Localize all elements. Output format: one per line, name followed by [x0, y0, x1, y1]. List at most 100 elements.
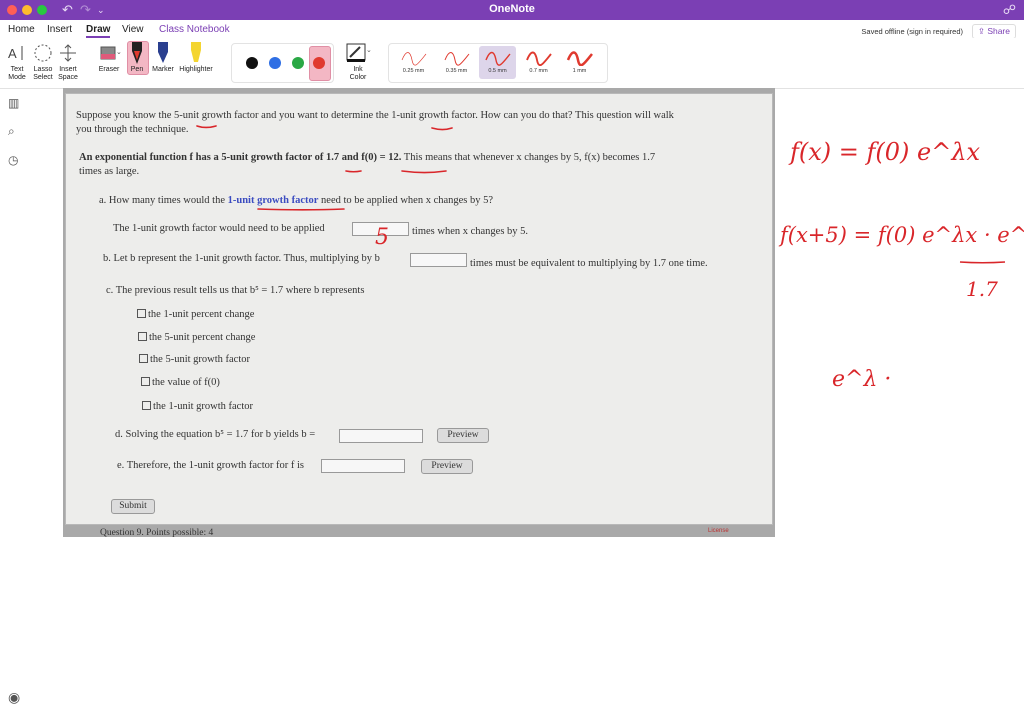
pasted-photo: Suppose you know the 5-unit growth facto… [63, 88, 775, 537]
app-title: OneNote [489, 3, 535, 15]
part-e-answer-input[interactable] [321, 459, 405, 473]
ribbon-tabs: Home Insert Draw View Class Notebook Sav… [0, 20, 1024, 39]
svg-text:⌄: ⌄ [366, 47, 371, 54]
thickness-stroke-icon [566, 51, 593, 67]
checkbox[interactable] [142, 401, 151, 410]
marker-label: Marker [152, 66, 174, 73]
marker-button[interactable]: Marker [150, 40, 176, 74]
lasso-select-button[interactable]: Lasso Select [30, 40, 56, 82]
part-d-answer-input[interactable] [339, 429, 423, 443]
submit-button[interactable]: Submit [111, 499, 155, 514]
marker-icon [150, 40, 176, 66]
thickness-label: 0.25 mm [402, 68, 425, 74]
intro-text: Suppose you know the 5-unit growth facto… [76, 110, 674, 121]
part-a-text-end: need to be applied when x changes by 5? [321, 195, 494, 206]
checkbox[interactable] [137, 309, 146, 318]
tab-home[interactable]: Home [8, 24, 35, 35]
text-cursor-icon: A [4, 40, 30, 66]
question-footer: Question 9. Points possible: 4 [100, 528, 214, 537]
ink-equation-2: f(x+5) = f(0) e^λx · e^λ·5 [778, 223, 1024, 247]
eraser-button[interactable]: ⌄ Eraser [94, 40, 124, 74]
thickness-stroke-icon [444, 52, 469, 66]
part-a-emphasis: 1-unit growth factor [227, 195, 319, 206]
thickness-label: 1 mm [572, 68, 587, 74]
color-swatch-black[interactable] [246, 57, 258, 69]
ink-equation-1: f(x) = f(0) e^λx [788, 138, 981, 166]
share-icon: ⇪ [977, 26, 988, 36]
highlighter-button[interactable]: Highlighter [176, 40, 216, 74]
problem-statement: An exponential function f has a 5-unit g… [79, 152, 655, 163]
eraser-icon: ⌄ [94, 40, 124, 66]
thickness-1mm[interactable]: 1 mm [561, 46, 598, 79]
checkbox[interactable] [141, 377, 150, 386]
thickness-stroke-icon [525, 51, 552, 67]
insert-space-button[interactable]: Insert Space [55, 40, 81, 82]
intro-text-line2: you through the technique. [76, 124, 189, 135]
highlighter-icon [176, 40, 216, 66]
part-a-text: a. How many times would the [99, 195, 225, 206]
part-e-text: e. Therefore, the 1-unit growth factor f… [117, 460, 304, 471]
part-a-answer-input[interactable] [352, 222, 409, 236]
lasso-select-label: Lasso Select [33, 66, 53, 81]
tab-view[interactable]: View [122, 24, 144, 35]
option-1-unit-percent-change[interactable]: the 1-unit percent change [137, 309, 254, 320]
sync-status: Saved offline (sign in required) [861, 27, 963, 36]
thickness-0-7mm[interactable]: 0.7 mm [520, 46, 557, 79]
part-c-text: c. The previous result tells us that b⁵ … [106, 285, 365, 296]
tab-class-notebook[interactable]: Class Notebook [159, 24, 230, 35]
part-a-answer-line: The 1-unit growth factor would need to b… [113, 223, 325, 234]
checkbox[interactable] [138, 332, 147, 341]
notebooks-icon[interactable]: ▥ [8, 96, 19, 110]
notifications-icon[interactable]: ☍ [1003, 2, 1016, 18]
ink-color-button[interactable]: ⌄ Ink Color [342, 40, 374, 82]
option-5-unit-growth-factor[interactable]: the 5-unit growth factor [139, 354, 250, 365]
thickness-label: 0.7 mm [529, 68, 548, 74]
thickness-0-35mm[interactable]: 0.35 mm [438, 46, 475, 79]
part-d-text: d. Solving the equation b⁵ = 1.7 for b y… [115, 429, 316, 440]
color-swatch-green[interactable] [292, 57, 304, 69]
part-b-text-end: times must be equivalent to multiplying … [470, 258, 708, 269]
option-label: the 5-unit growth factor [150, 354, 251, 365]
option-label: the value of f(0) [152, 377, 220, 388]
option-value-of-f0[interactable]: the value of f(0) [141, 377, 220, 388]
thickness-stroke-icon [484, 51, 511, 66]
search-icon[interactable]: ⌕ [8, 124, 15, 139]
share-label: Share [987, 26, 1010, 36]
part-d-preview-button[interactable]: Preview [437, 428, 489, 443]
navigation-sidebar: ▥ ⌕ ◷ ◉ [0, 88, 32, 714]
thickness-0-5mm[interactable]: 0.5 mm [479, 46, 516, 79]
insert-space-icon [55, 40, 81, 66]
thickness-label: 0.35 mm [445, 68, 468, 74]
option-1-unit-growth-factor[interactable]: the 1-unit growth factor [142, 401, 253, 412]
share-button[interactable]: ⇪ Share [971, 24, 1016, 39]
pen-thickness-group: 0.25 mm 0.35 mm 0.5 mm 0.7 mm 1 mm [388, 43, 608, 83]
color-swatch-blue[interactable] [269, 57, 281, 69]
option-label: the 1-unit growth factor [153, 401, 254, 412]
color-swatch-red[interactable] [313, 57, 325, 69]
option-5-unit-percent-change[interactable]: the 5-unit percent change [138, 332, 255, 343]
ink-equation-3: e^λ · [832, 367, 891, 392]
option-label: the 5-unit percent change [149, 332, 256, 343]
text-mode-label: Text Mode [8, 66, 26, 81]
part-a-question: a. How many times would the 1-unit growt… [99, 195, 493, 206]
account-avatar-icon[interactable]: ◉ [8, 689, 20, 706]
recent-clock-icon[interactable]: ◷ [8, 153, 18, 167]
text-mode-button[interactable]: A Text Mode [4, 40, 30, 82]
part-e-preview-button[interactable]: Preview [421, 459, 473, 474]
draw-ribbon: A Text Mode Lasso Select Insert Space ⌄ … [0, 38, 1024, 89]
thickness-stroke-icon [401, 52, 426, 66]
insert-space-label: Insert Space [58, 66, 78, 81]
license-link[interactable]: License [708, 528, 729, 534]
thickness-0-25mm[interactable]: 0.25 mm [395, 46, 432, 79]
ink-fraction-bar [959, 261, 1006, 264]
option-label: the 1-unit percent change [148, 309, 255, 320]
svg-text:A: A [8, 46, 17, 61]
tab-insert[interactable]: Insert [47, 24, 72, 35]
tab-draw[interactable]: Draw [86, 24, 111, 38]
pen-button[interactable]: Pen [124, 40, 150, 74]
part-b-answer-input[interactable] [410, 253, 467, 267]
part-b-text: b. Let b represent the 1-unit growth fac… [103, 253, 380, 264]
ink-color-label: Ink Color [349, 66, 367, 81]
checkbox[interactable] [139, 354, 148, 363]
eraser-label: Eraser [98, 66, 120, 73]
